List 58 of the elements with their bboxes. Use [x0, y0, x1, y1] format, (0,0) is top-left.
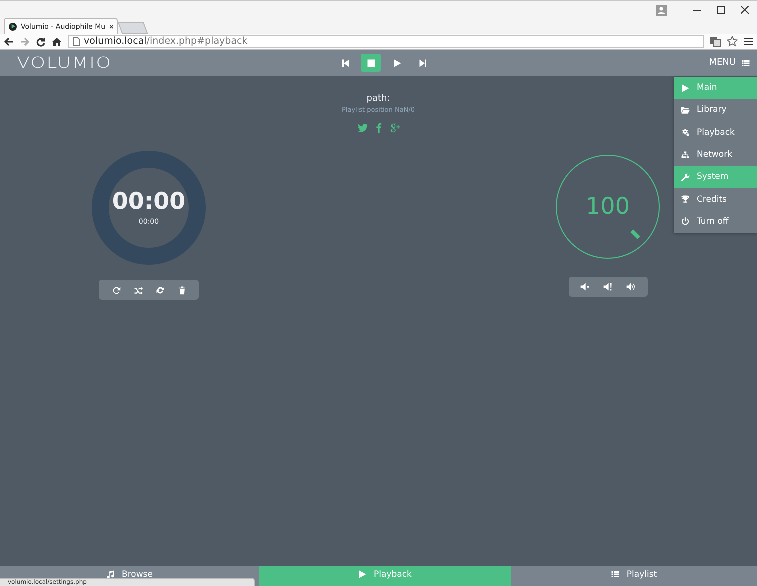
menu-button[interactable]: MENU	[709, 58, 751, 68]
play-icon	[392, 58, 402, 68]
forward-icon[interactable]	[20, 36, 30, 46]
translate-icon[interactable]	[710, 36, 721, 46]
menu-item[interactable]: Playback	[674, 122, 757, 144]
share-link[interactable]	[390, 123, 400, 133]
skip-back-icon	[340, 58, 350, 68]
play-icon	[681, 84, 690, 93]
elapsed-time: 00:00	[112, 190, 186, 216]
google-plus-icon	[390, 123, 400, 133]
twitter-icon	[358, 123, 368, 133]
menu-item[interactable]: Credits	[674, 188, 757, 211]
share-link[interactable]	[374, 123, 384, 133]
trophy-icon	[681, 195, 690, 204]
stop-icon	[366, 58, 376, 68]
play-icon	[358, 570, 368, 579]
menu-item[interactable]: Library	[674, 99, 757, 122]
close-icon[interactable]	[110, 24, 113, 30]
menu-item[interactable]: Turn off	[674, 210, 757, 234]
shuffle-icon	[134, 286, 142, 294]
wrench-icon	[681, 172, 690, 182]
user-icon[interactable]	[656, 4, 666, 16]
volumio-logo: VOLUMIO	[17, 54, 112, 72]
facebook-icon	[374, 123, 384, 133]
menu-item[interactable]: Network	[674, 144, 757, 166]
trash-icon	[178, 286, 186, 294]
list-icon	[610, 570, 620, 579]
volume-reading: 100	[586, 194, 630, 220]
track-path: path:	[366, 94, 390, 104]
refresh-icon	[156, 286, 164, 294]
menu-item[interactable]: Main	[674, 77, 757, 100]
power-icon	[681, 217, 690, 226]
volume-down-icon	[580, 282, 590, 292]
nav-tab[interactable]: Playback	[259, 566, 511, 586]
reload-icon[interactable]	[36, 36, 46, 46]
hierarchy-icon	[681, 150, 690, 160]
gears-icon	[681, 128, 690, 138]
share-link[interactable]	[358, 123, 368, 133]
star-icon[interactable]	[727, 36, 738, 47]
favicon-icon	[9, 22, 17, 30]
list-icon	[741, 58, 751, 68]
address-field[interactable]: volumio.local/index.php#playback	[68, 35, 704, 48]
home-icon[interactable]	[52, 36, 62, 46]
maximize-icon[interactable]	[717, 6, 725, 14]
volume-mute-icon	[603, 282, 613, 292]
repeat-icon	[112, 286, 120, 294]
close-icon[interactable]	[741, 6, 749, 14]
nav-tab[interactable]: Playlist	[511, 566, 757, 586]
back-icon[interactable]	[4, 36, 14, 46]
music-note-icon	[106, 570, 116, 579]
menu-item[interactable]: System	[674, 166, 757, 188]
volume-up-icon	[626, 282, 636, 292]
page-icon	[73, 37, 80, 46]
skip-forward-icon	[418, 58, 428, 68]
stop-button[interactable]	[361, 54, 381, 72]
folder-icon	[681, 106, 690, 115]
menu-icon[interactable]	[744, 37, 753, 46]
volume-dial[interactable]	[556, 155, 660, 259]
